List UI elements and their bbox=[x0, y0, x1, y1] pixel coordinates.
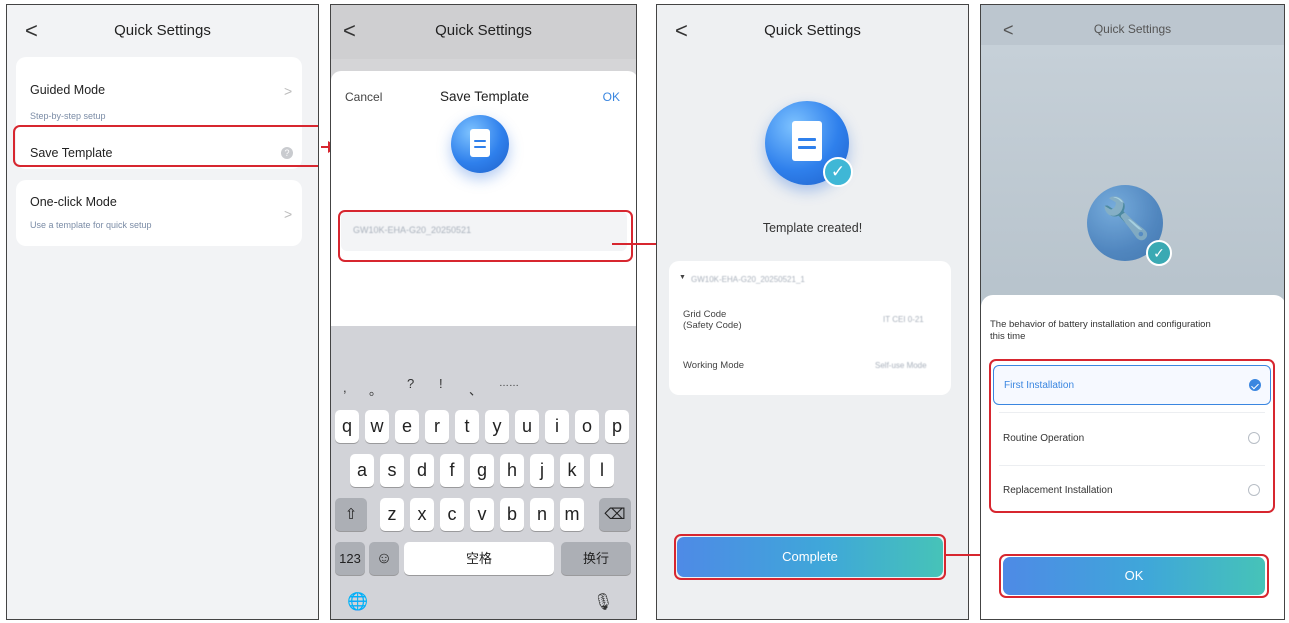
key-v[interactable]: v bbox=[470, 498, 494, 531]
key-l[interactable]: l bbox=[590, 454, 614, 487]
key-n[interactable]: n bbox=[530, 498, 554, 531]
guided-mode-description: Step-by-step setup bbox=[30, 111, 106, 121]
key-k[interactable]: k bbox=[560, 454, 584, 487]
battery-behavior-sheet: The behavior of battery installation and… bbox=[981, 295, 1284, 619]
key-d[interactable]: d bbox=[410, 454, 434, 487]
highlight-complete bbox=[674, 534, 946, 580]
template-summary-card: ▼ GW10K-EHA-G20_20250521_1 Grid Code (Sa… bbox=[669, 261, 951, 395]
key-enumeration-comma[interactable]: 、 bbox=[469, 380, 482, 399]
question-text: The behavior of battery installation and… bbox=[990, 319, 1280, 343]
keyboard: , 。 ? ! 、 …… q w e r t y u i o p a s d f… bbox=[331, 326, 636, 619]
key-c[interactable]: c bbox=[440, 498, 464, 531]
ok-button[interactable]: OK bbox=[603, 90, 620, 104]
grid-code-label: Grid Code bbox=[683, 309, 727, 320]
one-click-mode-label: One-click Mode bbox=[30, 195, 117, 209]
save-template-sheet: Cancel Save Template OK GW10K-EHA-G20_20… bbox=[331, 71, 636, 339]
screen-save-template-dialog: < Quick Settings Cancel Save Template OK… bbox=[330, 4, 637, 620]
chevron-right-icon: > bbox=[284, 83, 293, 99]
page-title: Quick Settings bbox=[1093, 22, 1172, 36]
space-key[interactable]: 空格 bbox=[404, 542, 554, 575]
screen-template-created: < Quick Settings ✓ Template created! ▼ G… bbox=[656, 4, 969, 620]
key-f[interactable]: f bbox=[440, 454, 464, 487]
highlight-template-name bbox=[338, 210, 633, 262]
key-w[interactable]: w bbox=[365, 410, 389, 443]
status-message: Template created! bbox=[762, 221, 863, 235]
grid-code-value: IT CEI 0-21 bbox=[883, 315, 924, 324]
highlight-save-template bbox=[13, 125, 318, 167]
highlight-options bbox=[989, 359, 1275, 513]
globe-icon[interactable]: 🌐 bbox=[347, 592, 368, 612]
key-y[interactable]: y bbox=[485, 410, 509, 443]
key-question[interactable]: ? bbox=[407, 376, 414, 391]
chevron-right-icon: > bbox=[284, 206, 293, 222]
key-g[interactable]: g bbox=[470, 454, 494, 487]
key-a[interactable]: a bbox=[350, 454, 374, 487]
key-q[interactable]: q bbox=[335, 410, 359, 443]
dimmed-background: 🔧 ✓ bbox=[981, 45, 1284, 305]
key-ellipsis[interactable]: …… bbox=[499, 378, 519, 389]
nav-bar: < Quick Settings bbox=[657, 5, 968, 59]
key-p[interactable]: p bbox=[605, 410, 629, 443]
numbers-key[interactable]: 123 bbox=[335, 542, 365, 575]
question-line-1: The behavior of battery installation and… bbox=[990, 319, 1211, 330]
safety-code-label: (Safety Code) bbox=[683, 320, 742, 331]
dialog-title: Save Template bbox=[439, 89, 530, 104]
key-m[interactable]: m bbox=[560, 498, 584, 531]
key-u[interactable]: u bbox=[515, 410, 539, 443]
template-name-value: GW10K-EHA-G20_20250521_1 bbox=[691, 275, 805, 284]
emoji-key[interactable]: ☺ bbox=[369, 542, 399, 575]
shift-key[interactable]: ⇧ bbox=[335, 498, 367, 531]
key-x[interactable]: x bbox=[410, 498, 434, 531]
guided-mode-label: Guided Mode bbox=[30, 83, 106, 97]
microphone-icon[interactable]: 🎙 bbox=[593, 592, 613, 612]
check-icon: ✓ bbox=[1146, 240, 1172, 266]
key-exclaim[interactable]: ! bbox=[439, 376, 443, 391]
one-click-mode-description: Use a template for quick setup bbox=[30, 220, 152, 230]
page-title: Quick Settings bbox=[114, 22, 211, 39]
key-comma[interactable]: , bbox=[343, 380, 347, 395]
key-b[interactable]: b bbox=[500, 498, 524, 531]
key-h[interactable]: h bbox=[500, 454, 524, 487]
key-e[interactable]: e bbox=[395, 410, 419, 443]
working-mode-value: Self-use Mode bbox=[875, 361, 927, 370]
document-check-icon: ✓ bbox=[765, 101, 857, 193]
key-r[interactable]: r bbox=[425, 410, 449, 443]
guided-mode-item[interactable]: Guided Mode Step-by-step setup > bbox=[16, 57, 302, 121]
page-title: Quick Settings bbox=[764, 22, 861, 39]
page-title: Quick Settings bbox=[435, 22, 532, 39]
screen-quick-settings-menu: < Quick Settings Guided Mode Step-by-ste… bbox=[6, 4, 319, 620]
document-icon bbox=[451, 115, 511, 175]
key-s[interactable]: s bbox=[380, 454, 404, 487]
highlight-ok bbox=[999, 554, 1269, 598]
arrow-line bbox=[944, 554, 984, 556]
return-key[interactable]: 换行 bbox=[561, 542, 631, 575]
nav-bar: < Quick Settings bbox=[331, 5, 636, 59]
nav-bar: < Quick Settings bbox=[7, 5, 318, 59]
key-j[interactable]: j bbox=[530, 454, 554, 487]
key-i[interactable]: i bbox=[545, 410, 569, 443]
key-t[interactable]: t bbox=[455, 410, 479, 443]
caret-down-icon[interactable]: ▼ bbox=[679, 274, 686, 281]
one-click-mode-item[interactable]: One-click Mode Use a template for quick … bbox=[16, 180, 302, 246]
key-o[interactable]: o bbox=[575, 410, 599, 443]
delete-key[interactable]: ⌫ bbox=[599, 498, 631, 531]
question-line-2: this time bbox=[990, 331, 1026, 342]
check-icon: ✓ bbox=[823, 157, 853, 187]
key-period[interactable]: 。 bbox=[369, 380, 382, 399]
working-mode-label: Working Mode bbox=[683, 360, 745, 371]
screen-battery-behavior: < Quick Settings 🔧 ✓ The behavior of bat… bbox=[980, 4, 1285, 620]
key-z[interactable]: z bbox=[380, 498, 404, 531]
